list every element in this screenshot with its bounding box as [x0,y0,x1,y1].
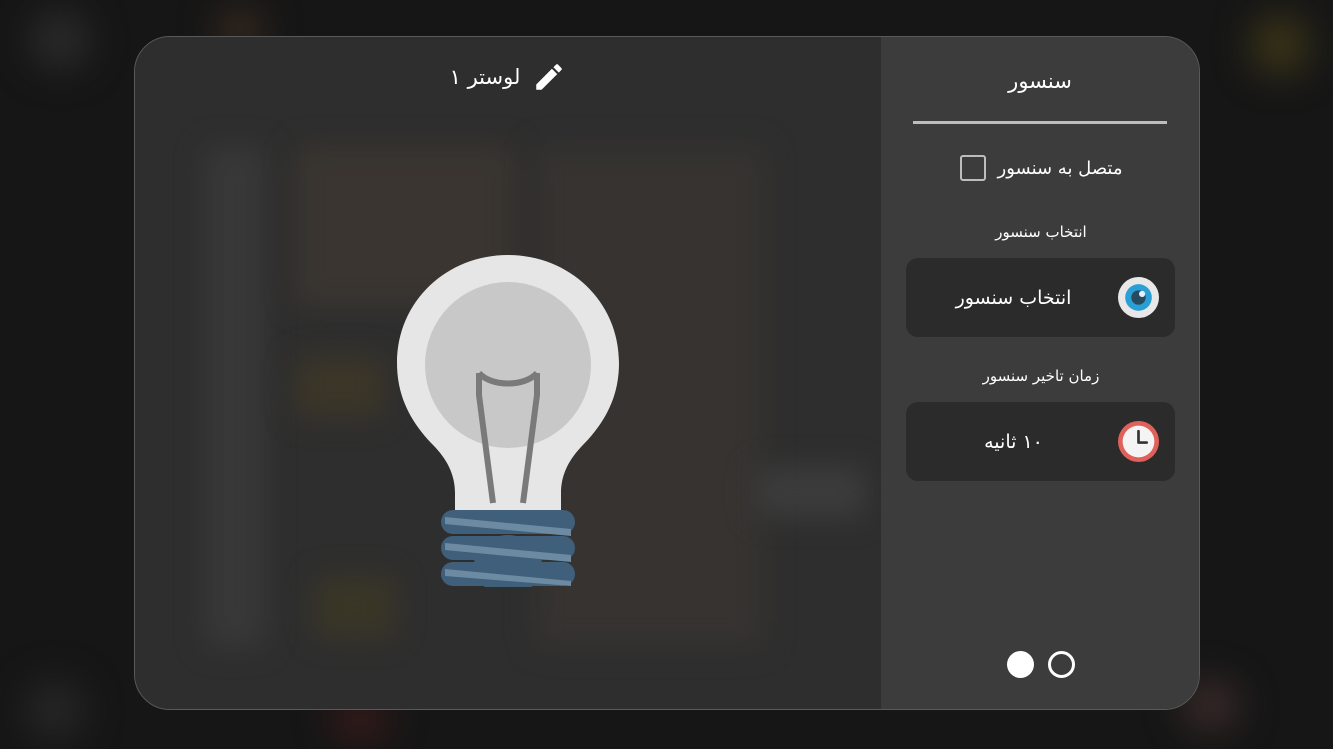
device-title-row: لوستر ۱ [135,57,881,97]
pencil-icon[interactable] [532,60,566,94]
sensor-settings-pane: سنسور متصل به سنسور انتخاب سنسور انتخاب … [881,37,1199,709]
background-blur [205,147,265,647]
sensor-delay-button[interactable]: ۱۰ ثانیه [906,402,1175,481]
background-blur [755,467,865,517]
connect-sensor-checkbox[interactable] [959,155,986,181]
clock-icon [1118,421,1159,462]
select-sensor-button-label: انتخاب سنسور [955,286,1072,309]
select-sensor-button[interactable]: انتخاب سنسور [906,258,1175,337]
page-indicator [881,651,1199,678]
connect-sensor-checkbox-row[interactable]: متصل به سنسور [881,151,1199,185]
page-dot[interactable] [1048,651,1075,678]
light-bulb-icon [397,255,619,587]
device-preview-pane: لوستر ۱ [135,37,881,709]
connect-sensor-label: متصل به سنسور [997,157,1123,179]
background-blur [30,10,90,70]
tab-indicator [913,121,1167,124]
device-settings-dialog: لوستر ۱ سنسور متصل به سنسور انتخاب سنسور [134,36,1200,710]
page-dot-active[interactable] [1007,651,1034,678]
eye-icon [1118,277,1159,318]
background-blur [1250,15,1310,75]
tab-sensor[interactable]: سنسور [913,69,1167,93]
delay-section-label: زمان تاخیر سنسور [982,367,1100,385]
background-blur [315,577,395,637]
device-title: لوستر ۱ [449,65,521,89]
sensor-delay-value: ۱۰ ثانیه [984,430,1043,453]
background-blur [25,680,85,740]
select-sensor-section-label: انتخاب سنسور [995,223,1087,241]
background-blur [295,357,385,417]
